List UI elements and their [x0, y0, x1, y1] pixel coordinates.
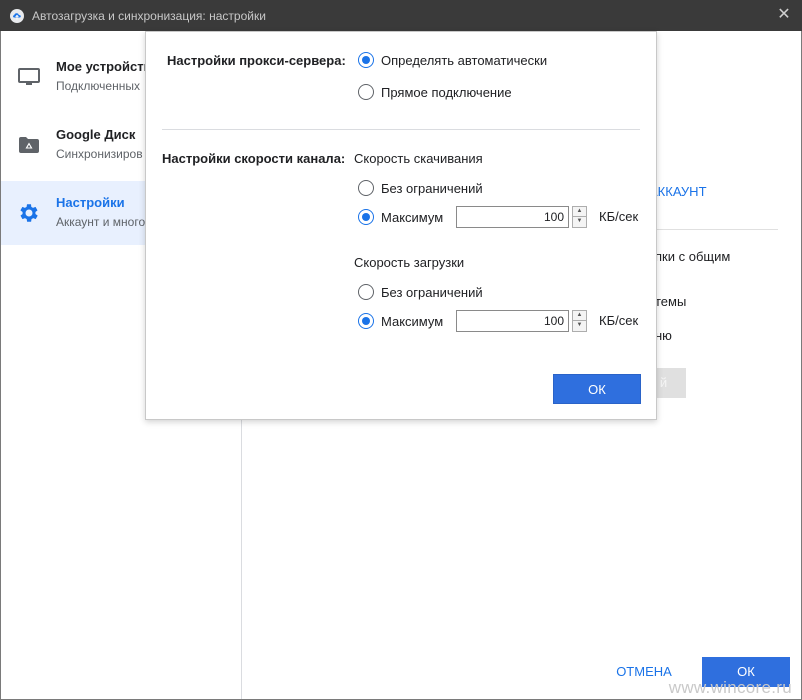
- download-rate-label: Скорость скачивания: [354, 151, 483, 166]
- radio-button[interactable]: [358, 209, 374, 225]
- stepper-up-icon[interactable]: ▲: [572, 206, 587, 217]
- bandwidth-settings-label: Настройки скорости канала:: [162, 151, 346, 166]
- menu-text: ню: [655, 328, 672, 343]
- sidebar-item-subtitle: Синхронизиров: [56, 147, 143, 161]
- option-label: Прямое подключение: [381, 84, 512, 100]
- shared-folders-text: пки с общим: [655, 249, 731, 264]
- sidebar-item-subtitle: Аккаунт и много: [56, 215, 146, 229]
- download-unit-label: КБ/сек: [599, 209, 639, 224]
- divider: [162, 129, 640, 130]
- upload-unit-label: КБ/сек: [599, 313, 639, 328]
- download-max-option[interactable]: Максимум: [358, 209, 443, 225]
- sidebar-item-title: Google Диск: [56, 127, 136, 142]
- proxy-direct-option[interactable]: Прямое подключение: [358, 84, 512, 100]
- option-label: Определять автоматически: [381, 52, 548, 68]
- divider: [646, 229, 778, 230]
- download-unlimited-option[interactable]: Без ограничений: [358, 180, 483, 196]
- radio-button[interactable]: [358, 52, 374, 68]
- title-bar: Автозагрузка и синхронизация: настройки …: [0, 0, 802, 31]
- option-label: Максимум: [381, 209, 444, 225]
- backup-sync-app-icon: [10, 8, 24, 23]
- close-icon[interactable]: ✕: [776, 6, 792, 24]
- sidebar-item-subtitle: Подключенных: [56, 79, 140, 93]
- option-label: Без ограничений: [381, 180, 483, 196]
- network-settings-dialog: Настройки прокси-сервера: Определять авт…: [145, 31, 657, 420]
- upload-limit-input[interactable]: [456, 310, 569, 332]
- upload-limit-stepper[interactable]: ▲ ▼: [572, 310, 587, 332]
- stepper-down-icon[interactable]: ▼: [572, 217, 587, 228]
- download-limit-stepper[interactable]: ▲ ▼: [572, 206, 587, 228]
- upload-max-option[interactable]: Максимум: [358, 313, 443, 329]
- radio-button[interactable]: [358, 84, 374, 100]
- upload-rate-label: Скорость загрузки: [354, 255, 465, 270]
- radio-button[interactable]: [358, 284, 374, 300]
- radio-button[interactable]: [358, 180, 374, 196]
- upload-unlimited-option[interactable]: Без ограничений: [358, 284, 483, 300]
- proxy-auto-detect-option[interactable]: Определять автоматически: [358, 52, 547, 68]
- option-label: Максимум: [381, 313, 444, 329]
- system-text: темы: [655, 294, 687, 309]
- window-title: Автозагрузка и синхронизация: настройки: [32, 8, 266, 23]
- stepper-down-icon[interactable]: ▼: [572, 321, 587, 332]
- drive-folder-icon: [19, 137, 39, 153]
- stepper-up-icon[interactable]: ▲: [572, 310, 587, 321]
- gear-icon: [20, 204, 38, 222]
- monitor-icon: [18, 68, 40, 85]
- proxy-settings-label: Настройки прокси-сервера:: [167, 53, 346, 68]
- sidebar-item-title: Мое устройство: [56, 59, 160, 74]
- watermark-text: www.wincore.ru: [668, 678, 792, 697]
- account-link[interactable]: АККАУНТ: [649, 184, 707, 199]
- option-label: Без ограничений: [381, 284, 483, 300]
- dialog-ok-button[interactable]: ОК: [553, 374, 641, 404]
- sidebar-item-title: Настройки: [56, 195, 125, 210]
- radio-button[interactable]: [358, 313, 374, 329]
- download-limit-input[interactable]: [456, 206, 569, 228]
